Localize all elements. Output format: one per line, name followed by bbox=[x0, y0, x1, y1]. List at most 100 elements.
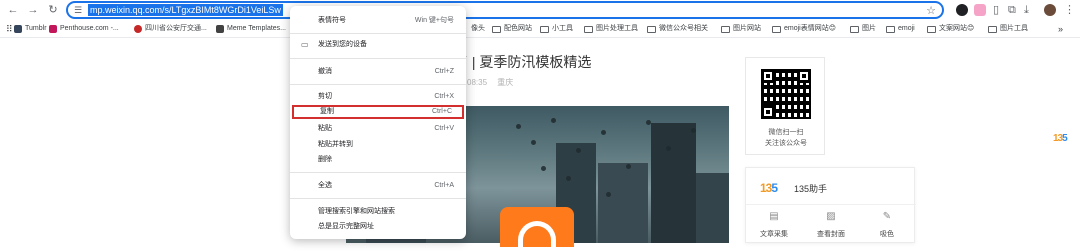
apps-icon[interactable]: ⠿ bbox=[6, 23, 13, 35]
helper-logo: 135 bbox=[760, 181, 778, 195]
menu-item-paste[interactable]: 粘贴 Ctrl+V bbox=[290, 123, 466, 135]
building-shape bbox=[598, 163, 648, 243]
eyedropper-icon: ✎ bbox=[882, 211, 892, 222]
menu-item-undo[interactable]: 撤消 Ctrl+Z bbox=[290, 66, 466, 78]
extension-icon-3[interactable]: ▯ bbox=[993, 3, 999, 17]
folder-icon bbox=[772, 25, 781, 33]
menu-separator bbox=[290, 84, 466, 85]
color-picker-button[interactable]: ✎ 吸色 bbox=[859, 211, 915, 239]
folder-icon bbox=[492, 25, 501, 33]
qr-caption-line1: 微信扫一扫 bbox=[768, 129, 804, 136]
extensions-puzzle-icon[interactable]: ⧉ bbox=[1008, 3, 1016, 17]
bookmark-folder[interactable]: 图片处理工具 bbox=[584, 23, 638, 35]
view-cover-button[interactable]: ▨ 查看封面 bbox=[803, 211, 859, 239]
building-shape bbox=[651, 123, 696, 243]
raindrop bbox=[691, 128, 696, 133]
qr-finder bbox=[761, 69, 775, 83]
context-menu: 表情符号 Win 键+句号 ▭ 发送到您的设备 撤消 Ctrl+Z 剪切 Ctr… bbox=[290, 6, 466, 239]
profile-avatar[interactable] bbox=[1044, 4, 1056, 16]
publish-time: 08:35 bbox=[467, 78, 488, 87]
address-bar[interactable]: ☰ mp.weixin.qq.com/s/LTgxzBIMt8WGrDi1Vei… bbox=[66, 1, 944, 19]
download-icon[interactable]: ⤓ bbox=[1024, 3, 1029, 17]
menu-item-paste-and-go[interactable]: 粘贴并转到 bbox=[290, 139, 466, 151]
raindrop bbox=[566, 176, 571, 181]
menu-item-delete[interactable]: 删除 bbox=[290, 154, 466, 166]
browser-menu-icon[interactable]: ⋮ bbox=[1064, 3, 1075, 17]
reload-button[interactable]: ↻ bbox=[46, 3, 60, 17]
menu-item-manage-search-engines[interactable]: 管理搜索引擎和网站搜索 bbox=[290, 206, 466, 218]
menu-item-send-to-device[interactable]: ▭ 发送到您的设备 bbox=[290, 39, 466, 51]
tumblr-icon bbox=[14, 25, 22, 33]
folder-icon bbox=[927, 25, 936, 33]
cloud-app-icon bbox=[500, 207, 574, 251]
raindrop bbox=[531, 140, 536, 145]
divider bbox=[746, 204, 916, 205]
document-icon: ▤ bbox=[769, 211, 779, 222]
folder-icon bbox=[988, 25, 997, 33]
folder-icon bbox=[886, 25, 895, 33]
qr-caption-line2: 关注该公众号 bbox=[765, 140, 807, 147]
raindrop bbox=[626, 164, 631, 169]
bookmark-folder[interactable]: 图片 bbox=[850, 23, 876, 35]
folder-icon bbox=[850, 25, 859, 33]
more-bookmarks-button[interactable]: » bbox=[1058, 23, 1063, 35]
raindrop bbox=[576, 148, 581, 153]
publish-location: 重庆 bbox=[497, 78, 514, 87]
menu-item-cut[interactable]: 剪切 Ctrl+X bbox=[290, 91, 466, 103]
bookmark-folder[interactable]: emoji bbox=[886, 23, 915, 35]
browser-toolbar: ← → ↻ ☰ mp.weixin.qq.com/s/LTgxzBIMt8WGr… bbox=[0, 0, 1080, 20]
image-icon: ▨ bbox=[826, 211, 836, 222]
back-button[interactable]: ← bbox=[6, 3, 20, 17]
bookmark-star-icon[interactable]: ☆ bbox=[926, 4, 936, 17]
raindrop bbox=[541, 166, 546, 171]
cloud-icon bbox=[518, 221, 556, 251]
article-collect-button[interactable]: ▤ 文章采集 bbox=[746, 211, 802, 239]
raindrop bbox=[601, 130, 606, 135]
menu-item-emoji[interactable]: 表情符号 Win 键+句号 bbox=[290, 15, 466, 27]
helper-panel: 135 135助手 ▤ 文章采集 ▨ 查看封面 ✎ 吸色 bbox=[745, 167, 916, 243]
penthouse-icon bbox=[49, 25, 57, 33]
extension-icon-2[interactable] bbox=[974, 4, 986, 16]
url-text-selected[interactable]: mp.weixin.qq.com/s/LTgxzBIMt8WGrDi1VeiLS… bbox=[88, 4, 283, 16]
bookmark-penthouse[interactable]: Penthouse.com -... bbox=[49, 23, 119, 35]
menu-separator bbox=[290, 172, 466, 173]
raindrop bbox=[606, 192, 611, 197]
qr-code bbox=[761, 69, 811, 119]
device-icon: ▭ bbox=[301, 40, 309, 49]
bookmark-folder[interactable]: 像头 bbox=[471, 23, 485, 35]
extension-icon-1[interactable] bbox=[956, 4, 968, 16]
meme-icon bbox=[216, 25, 224, 33]
menu-item-select-all[interactable]: 全选 Ctrl+A bbox=[290, 180, 466, 192]
raindrop bbox=[516, 124, 521, 129]
article-meta: 08:35 重庆 bbox=[467, 77, 521, 88]
menu-item-copy[interactable]: 复制 Ctrl+C bbox=[292, 105, 464, 119]
folder-icon bbox=[584, 25, 593, 33]
bookmark-folder[interactable]: 文案网站😊 bbox=[927, 23, 974, 35]
qr-finder bbox=[797, 69, 811, 83]
raindrop bbox=[551, 118, 556, 123]
bookmark-folder[interactable]: 微信公众号相关 bbox=[647, 23, 708, 35]
bookmark-folder[interactable]: 图片工具 bbox=[988, 23, 1028, 35]
bookmark-meme-templates[interactable]: Meme Templates... bbox=[216, 23, 286, 35]
folder-icon bbox=[540, 25, 549, 33]
menu-separator bbox=[290, 33, 466, 34]
bookmark-folder[interactable]: 图片网站 bbox=[721, 23, 761, 35]
building-shape bbox=[696, 173, 729, 243]
bookmarks-bar: ⠿ Tumblr Penthouse.com -... 四川省公安厅交通... … bbox=[0, 20, 1080, 38]
menu-item-always-show-full-url[interactable]: 总是显示完整网址 bbox=[290, 221, 466, 233]
bookmark-folder[interactable]: 配色网站 bbox=[492, 23, 532, 35]
folder-icon bbox=[647, 25, 656, 33]
site-info-icon[interactable]: ☰ bbox=[74, 5, 82, 16]
bookmark-folder[interactable]: emoji表情网站😊 bbox=[772, 23, 836, 35]
bookmark-sichuan-police[interactable]: 四川省公安厅交通... bbox=[134, 23, 207, 35]
police-emblem-icon bbox=[134, 25, 142, 33]
side-135-logo[interactable]: 135 bbox=[1053, 133, 1068, 144]
menu-separator bbox=[290, 198, 466, 199]
bookmark-folder[interactable]: 小工具 bbox=[540, 23, 573, 35]
raindrop bbox=[646, 120, 651, 125]
forward-button[interactable]: → bbox=[26, 3, 40, 17]
qr-finder bbox=[761, 105, 775, 119]
folder-icon bbox=[721, 25, 730, 33]
bookmark-tumblr[interactable]: Tumblr bbox=[14, 23, 47, 35]
helper-title: 135助手 bbox=[794, 184, 828, 194]
